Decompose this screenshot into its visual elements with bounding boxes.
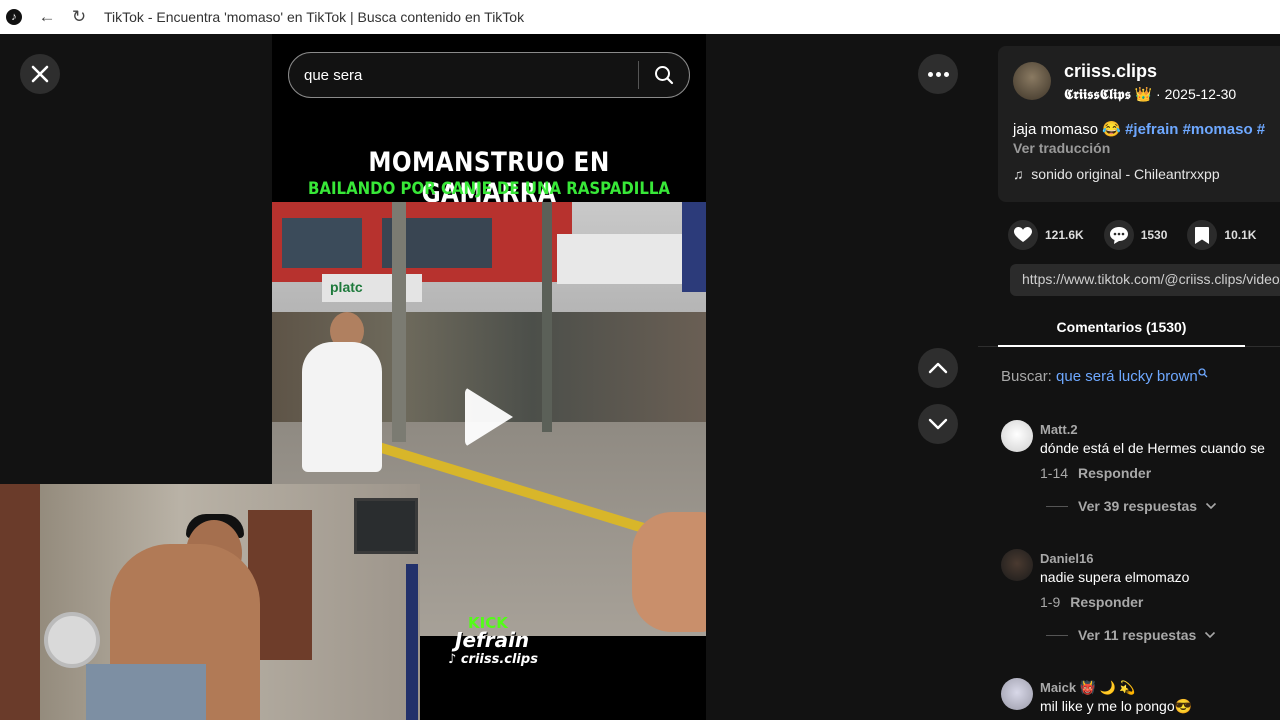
chevron-up-icon — [928, 362, 948, 374]
comment-text: mil like y me lo pongo😎 — [1040, 698, 1193, 714]
more-dots-icon — [927, 71, 933, 77]
next-video-button[interactable] — [918, 404, 958, 444]
chevron-down-icon — [1206, 502, 1217, 510]
browser-titlebar: ♪ ← ↻ TikTok - Encuentra 'momaso' en Tik… — [0, 0, 1280, 34]
description-text: jaja momaso 😂 — [1013, 121, 1121, 138]
crown-emoji: 👑 — [1134, 86, 1153, 102]
comment-text: dónde está el de Hermes cuando se — [1040, 440, 1265, 456]
video-caption-title: MOMANSTRUO EN GAMARRA — [368, 147, 610, 209]
search-suggestion[interactable]: Buscar: que será lucky brown — [1001, 368, 1208, 385]
comment-avatar[interactable] — [1001, 420, 1033, 452]
hashtag-jefrain[interactable]: #jefrain — [1125, 121, 1178, 138]
video-search-bar[interactable]: que sera — [288, 52, 690, 98]
comment-username[interactable]: Matt.2 — [1040, 422, 1078, 437]
author-nickname: 𝕮𝖗𝖎𝖎𝖘𝖘𝕮𝖑𝖎𝖕𝖘 — [1064, 87, 1131, 103]
comment-avatar[interactable] — [1001, 678, 1033, 710]
copy-link-field[interactable]: https://www.tiktok.com/@criiss.clips/vid… — [1010, 264, 1280, 296]
details-panel: criiss.clips 𝕮𝖗𝖎𝖎𝖘𝖘𝕮𝖑𝖎𝖕𝖘 👑 · 2025-12-30 … — [978, 34, 1280, 720]
view-replies-label: Ver 11 respuestas — [1078, 627, 1197, 643]
video-caption-subtitle: BAILANDO POR CANJE DE UNA RASPADILLA — [308, 179, 670, 199]
watermark-handle: ♪ criiss.clips — [448, 652, 538, 667]
comment-text: nadie supera elmomazo — [1040, 569, 1190, 585]
like-count: 121.6K — [1045, 228, 1084, 242]
comment-meta: 1-14 Responder — [1040, 465, 1151, 481]
music-note-icon: ♫ — [1013, 166, 1024, 182]
search-button[interactable] — [639, 65, 689, 85]
search-suggestion-query: que será lucky brown — [1056, 368, 1198, 385]
reload-icon[interactable]: ↻ — [70, 7, 88, 26]
comment-count: 1530 — [1140, 228, 1168, 242]
watermark-handle-text: criiss.clips — [460, 652, 538, 667]
post-description: jaja momaso 😂 #jefrain #momaso # — [1013, 120, 1265, 138]
watermark-name: Jefrain — [455, 628, 530, 652]
search-suggestion-prefix: Buscar: — [1001, 368, 1052, 385]
author-nickname-row: 𝕮𝖗𝖎𝖎𝖘𝖘𝕮𝖑𝖎𝖕𝖘 👑 · 2025-12-30 — [1064, 86, 1236, 103]
play-icon[interactable] — [465, 387, 513, 447]
panel-tabs: Comentarios (1530) — [978, 310, 1280, 347]
comment-meta: 1-9 Responder — [1040, 594, 1143, 610]
chevron-down-icon — [928, 418, 948, 430]
reply-button[interactable]: Responder — [1070, 594, 1143, 610]
hashtag-more[interactable]: # — [1257, 121, 1265, 138]
back-arrow-icon[interactable]: ← — [38, 7, 56, 26]
translate-link[interactable]: Ver traducción — [1013, 140, 1110, 156]
comment-username[interactable]: Maick 👹 🌙 💫 — [1040, 680, 1136, 696]
view-replies-label: Ver 39 respuestas — [1078, 498, 1198, 514]
author-username[interactable]: criiss.clips — [1064, 61, 1157, 82]
post-info-card: criiss.clips 𝕮𝖗𝖎𝖎𝖘𝖘𝕮𝖑𝖎𝖕𝖘 👑 · 2025-12-30 … — [998, 46, 1280, 202]
store-sign: platc — [322, 274, 422, 302]
webcam-overlay — [0, 484, 420, 720]
author-avatar[interactable] — [1013, 62, 1051, 100]
view-replies-button[interactable]: Ver 11 respuestas — [1046, 627, 1216, 643]
comment-username[interactable]: Daniel16 — [1040, 551, 1093, 566]
close-icon — [31, 65, 49, 83]
search-icon — [655, 66, 674, 85]
music-title: sonido original - Chileantrxxpp — [1031, 166, 1220, 182]
search-input[interactable]: que sera — [304, 67, 638, 84]
hashtag-momaso[interactable]: #momaso — [1183, 121, 1253, 138]
tab-comments[interactable]: Comentarios (1530) — [998, 310, 1245, 347]
previous-video-button[interactable] — [918, 348, 958, 388]
search-icon — [1198, 368, 1208, 378]
comment-date: 1-14 — [1040, 465, 1069, 481]
view-replies-button[interactable]: Ver 39 respuestas — [1046, 498, 1217, 514]
close-button[interactable] — [20, 54, 60, 94]
comment-date: 1-9 — [1040, 594, 1061, 610]
bookmark-icon — [1195, 226, 1210, 244]
post-date: · 2025-12-30 — [1156, 86, 1237, 102]
reply-button[interactable]: Responder — [1078, 465, 1151, 481]
more-options-button[interactable] — [918, 54, 958, 94]
comment-button[interactable]: 1530 — [1103, 220, 1168, 250]
save-button[interactable]: 10.1K — [1187, 220, 1256, 250]
heart-icon — [1014, 227, 1032, 242]
music-link[interactable]: ♫ sonido original - Chileantrxxpp — [1013, 166, 1220, 182]
page-title: TikTok - Encuentra 'momaso' en TikTok | … — [104, 9, 525, 25]
post-stats: 121.6K 1530 10.1K — [1008, 220, 1276, 250]
video-stage: que sera MOMANSTRUO EN GAMARRA BAILANDO … — [0, 34, 978, 720]
chevron-down-icon — [1205, 631, 1216, 639]
like-button[interactable]: 121.6K — [1008, 220, 1084, 250]
comment-avatar[interactable] — [1001, 549, 1033, 581]
save-count: 10.1K — [1224, 228, 1257, 242]
comment-icon — [1109, 226, 1128, 244]
tiktok-favicon-icon: ♪ — [6, 9, 22, 25]
